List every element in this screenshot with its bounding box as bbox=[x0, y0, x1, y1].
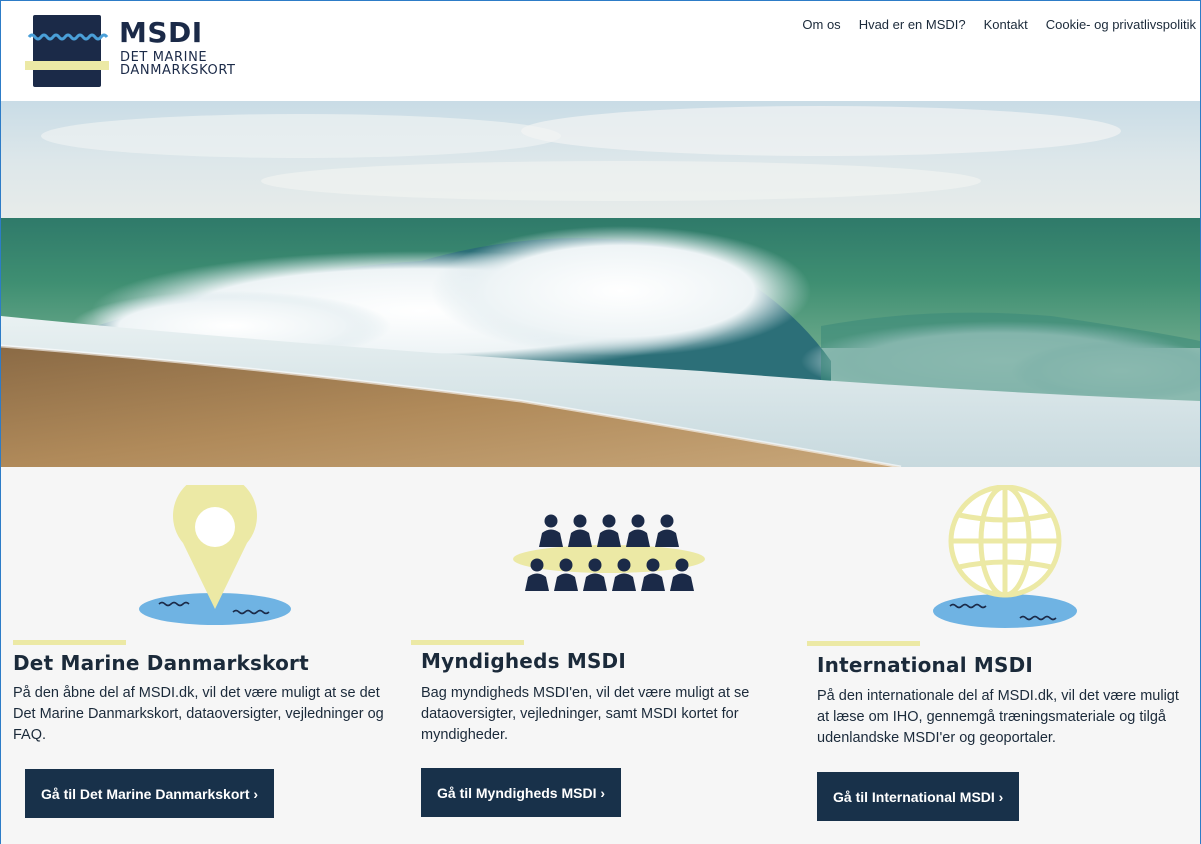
logo-subtitle-line2: DANMARKSKORT bbox=[120, 63, 236, 78]
logo-subtitle: DET MARINE DANMARKSKORT bbox=[120, 51, 236, 77]
globe-icon bbox=[933, 485, 1077, 628]
person-icon bbox=[530, 558, 544, 572]
logo-title: MSDI bbox=[119, 16, 203, 49]
person-icon bbox=[583, 573, 607, 591]
map-pin-icon bbox=[139, 485, 291, 625]
page-frame: MSDI DET MARINE DANMARKSKORT Om os Hvad … bbox=[0, 0, 1201, 844]
person-icon bbox=[612, 573, 636, 591]
section-text: På den internationale del af MSDI.dk, vi… bbox=[817, 688, 1179, 746]
goto-international-msdi-button[interactable]: Gå til International MSDI › bbox=[817, 772, 1020, 821]
person-icon bbox=[573, 514, 587, 528]
site-logo[interactable]: MSDI DET MARINE DANMARKSKORT bbox=[25, 15, 265, 87]
person-icon bbox=[539, 529, 563, 547]
person-icon bbox=[641, 573, 665, 591]
person-icon bbox=[559, 558, 573, 572]
section-accent-bar bbox=[411, 640, 524, 645]
msdi-logo-icon bbox=[25, 15, 109, 87]
person-icon bbox=[660, 514, 674, 528]
ocean-wave-image bbox=[1, 101, 1200, 467]
section-det-marine-danmarkskort: Det Marine Danmarkskort På den åbne del … bbox=[13, 467, 403, 844]
site-header: MSDI DET MARINE DANMARKSKORT Om os Hvad … bbox=[1, 1, 1200, 101]
person-icon bbox=[525, 573, 549, 591]
nav-link-kontakt[interactable]: Kontakt bbox=[984, 17, 1028, 32]
nav-link-om-os[interactable]: Om os bbox=[802, 17, 840, 32]
person-icon bbox=[617, 558, 631, 572]
section-myndigheds-msdi: Myndigheds MSDI Bag myndigheds MSDI'en, … bbox=[411, 467, 801, 844]
section-title: Det Marine Danmarkskort bbox=[13, 651, 309, 675]
section-text: På den åbne del af MSDI.dk, vil det være… bbox=[13, 685, 384, 743]
section-title: International MSDI bbox=[817, 653, 1034, 677]
nav-link-cookie-policy[interactable]: Cookie- og privatlivspolitik bbox=[1046, 17, 1196, 32]
intro-sections: Det Marine Danmarkskort På den åbne del … bbox=[1, 467, 1200, 844]
goto-det-marine-danmarkskort-button[interactable]: Gå til Det Marine Danmarkskort › bbox=[25, 769, 275, 818]
nav-link-hvad-er-en-msdi[interactable]: Hvad er en MSDI? bbox=[859, 17, 966, 32]
person-icon bbox=[626, 529, 650, 547]
section-text: Bag myndigheds MSDI'en, vil det være mul… bbox=[421, 685, 750, 743]
person-icon bbox=[544, 514, 558, 528]
section-international-msdi: International MSDI På den internationale… bbox=[807, 467, 1197, 844]
hero-image bbox=[1, 101, 1200, 467]
person-icon bbox=[655, 529, 679, 547]
person-icon bbox=[602, 514, 616, 528]
goto-myndigheds-msdi-button[interactable]: Gå til Myndigheds MSDI › bbox=[421, 768, 622, 817]
section-accent-bar bbox=[13, 640, 126, 645]
person-icon bbox=[675, 558, 689, 572]
section-title: Myndigheds MSDI bbox=[421, 649, 627, 673]
top-navigation: Om os Hvad er en MSDI? Kontakt Cookie- o… bbox=[802, 17, 1196, 32]
person-icon bbox=[568, 529, 592, 547]
person-icon bbox=[646, 558, 660, 572]
people-group-icon bbox=[513, 514, 705, 591]
person-icon bbox=[670, 573, 694, 591]
person-icon bbox=[597, 529, 621, 547]
person-icon bbox=[554, 573, 578, 591]
person-icon bbox=[588, 558, 602, 572]
person-icon bbox=[631, 514, 645, 528]
section-accent-bar bbox=[807, 641, 920, 646]
